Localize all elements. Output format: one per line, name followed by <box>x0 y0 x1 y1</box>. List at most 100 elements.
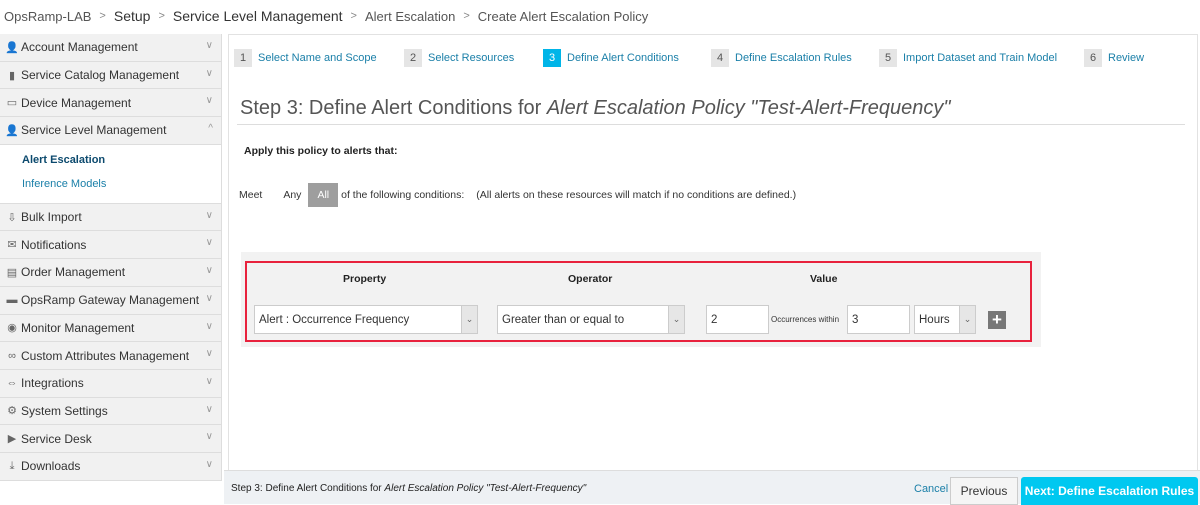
operator-header: Operator <box>568 273 613 285</box>
sidebar-item-label: Downloads <box>21 459 81 474</box>
chevron-down-icon: ⌄ <box>668 306 684 333</box>
footer-prefix: Step 3: Define Alert Conditions for <box>231 483 385 494</box>
sidebar-item-label: Custom Attributes Management <box>21 348 190 363</box>
chevron-down-icon: ∨ <box>205 375 213 387</box>
sidebar-item[interactable]: ∞ Custom Attributes Management ∨ <box>0 342 221 370</box>
unit-select[interactable]: Hours ⌄ <box>914 305 976 334</box>
wizard-step[interactable]: 3 Define Alert Conditions <box>543 49 679 67</box>
sidebar-item-label: Account Management <box>21 40 138 55</box>
highlight-box: Property Operator Value Alert : Occurren… <box>245 261 1032 342</box>
main-panel: 1 Select Name and Scope 2 Select Resources 3… <box>228 34 1198 470</box>
sidebar-item[interactable]: ⇔ Integrations ∨ <box>0 370 221 398</box>
arrows-icon: ⇔ <box>6 377 18 390</box>
chevron-down-icon: ∨ <box>205 209 213 221</box>
sidebar-item[interactable]: 👤 Account Management ∨ <box>0 34 221 62</box>
title-prefix: Step 3: Define Alert Conditions for <box>240 97 547 119</box>
breadcrumb-item[interactable]: Alert Escalation <box>365 9 455 24</box>
document-icon: ▮ <box>8 69 16 82</box>
eye-icon: ◉ <box>7 322 17 335</box>
tag-icon: ▶ <box>7 433 17 446</box>
chevron-down-icon: ∨ <box>205 67 213 79</box>
wizard-step[interactable]: 1 Select Name and Scope <box>234 49 377 67</box>
meet-suffix: of the following conditions: <box>341 189 465 201</box>
cancel-link[interactable]: Cancel <box>914 483 948 495</box>
breadcrumb: OpsRamp-LAB > Setup > Service Level Manage… <box>4 8 649 24</box>
duration-input[interactable]: 3 <box>847 305 910 334</box>
submenu-item[interactable]: Alert Escalation <box>22 151 221 175</box>
breadcrumb-item: Create Alert Escalation Policy <box>477 8 649 24</box>
step-number: 5 <box>879 49 897 67</box>
monitor-icon: ▭ <box>6 97 18 110</box>
wizard-step[interactable]: 4 Define Escalation Rules <box>711 49 852 67</box>
all-toggle[interactable]: All <box>308 183 339 207</box>
chevron-down-icon: ∨ <box>205 320 213 332</box>
sidebar-item[interactable]: ▤ Order Management ∨ <box>0 259 221 287</box>
breadcrumb-item[interactable]: Setup <box>114 8 151 24</box>
add-condition-button[interactable]: + <box>988 311 1006 329</box>
sidebar-item-label: Bulk Import <box>21 210 82 225</box>
chevron-down-icon: ∨ <box>205 458 213 470</box>
chevron-down-icon: ∨ <box>205 431 213 443</box>
divider <box>237 124 1185 125</box>
chevron-down-icon: ∨ <box>205 237 213 249</box>
apply-label: Apply this policy to alerts that: <box>244 145 398 157</box>
gateway-icon: ▬ <box>6 294 18 307</box>
book-icon: ▤ <box>6 266 18 279</box>
chevron-down-icon: ∨ <box>205 40 213 51</box>
step-number: 3 <box>543 49 561 67</box>
any-toggle[interactable]: Any <box>276 189 308 201</box>
occurrences-input[interactable]: 2 <box>706 305 769 334</box>
step-label: Define Alert Conditions <box>567 52 679 64</box>
envelope-icon: ✉ <box>7 239 17 252</box>
submenu-item[interactable]: Inference Models <box>22 175 221 199</box>
wizard-steps: 1 Select Name and Scope 2 Select Resources 3… <box>234 49 1194 69</box>
wizard-step[interactable]: 6 Review <box>1084 49 1144 67</box>
wizard-step[interactable]: 5 Import Dataset and Train Model <box>879 49 1057 67</box>
chevron-up-icon: ^ <box>208 123 213 135</box>
conditions-panel: Property Operator Value Alert : Occurren… <box>241 252 1041 347</box>
operator-select[interactable]: Greater than or equal to ⌄ <box>497 305 685 334</box>
sidebar: 👤 Account Management ∨ ▮ Service Catalog Man… <box>0 34 222 481</box>
user-icon: 👤 <box>5 41 19 54</box>
previous-button[interactable]: Previous <box>950 477 1018 505</box>
user-icon: 👤 <box>5 124 19 137</box>
policy-name: Alert Escalation Policy "Test-Alert-Freq… <box>546 97 951 119</box>
sidebar-item[interactable]: ▬ OpsRamp Gateway Management ∨ <box>0 287 221 315</box>
sidebar-item-label: Service Level Management <box>21 123 167 138</box>
sidebar-item[interactable]: ▭ Device Management ∨ <box>0 89 221 118</box>
sidebar-item[interactable]: ◉ Monitor Management ∨ <box>0 315 221 343</box>
sidebar-item-label: OpsRamp Gateway Management <box>21 293 200 308</box>
sidebar-item-label: Notifications <box>21 237 87 252</box>
sidebar-item[interactable]: ▶ Service Desk ∨ <box>0 425 221 453</box>
sidebar-item-label: Device Management <box>21 95 132 110</box>
operator-value: Greater than or equal to <box>502 313 625 326</box>
sidebar-item[interactable]: ✉ Notifications ∨ <box>0 231 221 260</box>
next-button[interactable]: Next: Define Escalation Rules <box>1021 477 1198 505</box>
sidebar-item[interactable]: ▮ Service Catalog Management ∨ <box>0 62 221 90</box>
breadcrumb-item[interactable]: OpsRamp-LAB <box>4 9 91 24</box>
sidebar-item[interactable]: ⤓ Downloads ∨ <box>0 453 221 481</box>
page-title: Step 3: Define Alert Conditions for Aler… <box>240 97 950 120</box>
sidebar-item[interactable]: ⚙ System Settings ∨ <box>0 398 221 426</box>
property-value: Alert : Occurrence Frequency <box>259 313 410 326</box>
chevron-down-icon: ∨ <box>205 265 213 277</box>
property-select[interactable]: Alert : Occurrence Frequency ⌄ <box>254 305 478 334</box>
step-label: Select Name and Scope <box>258 52 377 64</box>
step-label: Import Dataset and Train Model <box>903 52 1058 64</box>
wizard-step[interactable]: 2 Select Resources <box>404 49 514 67</box>
occurrences-within-label: Occurrences within <box>771 315 840 324</box>
meet-note: (All alerts on these resources will matc… <box>476 189 797 201</box>
sidebar-item[interactable]: ⇩ Bulk Import ∨ <box>0 204 221 232</box>
submenu: Alert Escalation Inference Models <box>0 144 221 204</box>
breadcrumb-item[interactable]: Service Level Management <box>173 8 343 24</box>
step-number: 1 <box>234 49 252 67</box>
meet-label: Meet <box>239 189 263 201</box>
meet-row: Meet Any All of the following conditions… <box>239 183 796 207</box>
sidebar-item-label: System Settings <box>21 403 108 418</box>
footer-policy: Alert Escalation Policy "Test-Alert-Freq… <box>384 483 587 494</box>
chevron-down-icon: ∨ <box>205 403 213 415</box>
chevron-down-icon: ∨ <box>205 95 213 107</box>
sidebar-item[interactable]: 👤 Service Level Management ^ <box>0 117 221 145</box>
step-label: Review <box>1108 52 1145 64</box>
import-icon: ⇩ <box>7 211 17 224</box>
